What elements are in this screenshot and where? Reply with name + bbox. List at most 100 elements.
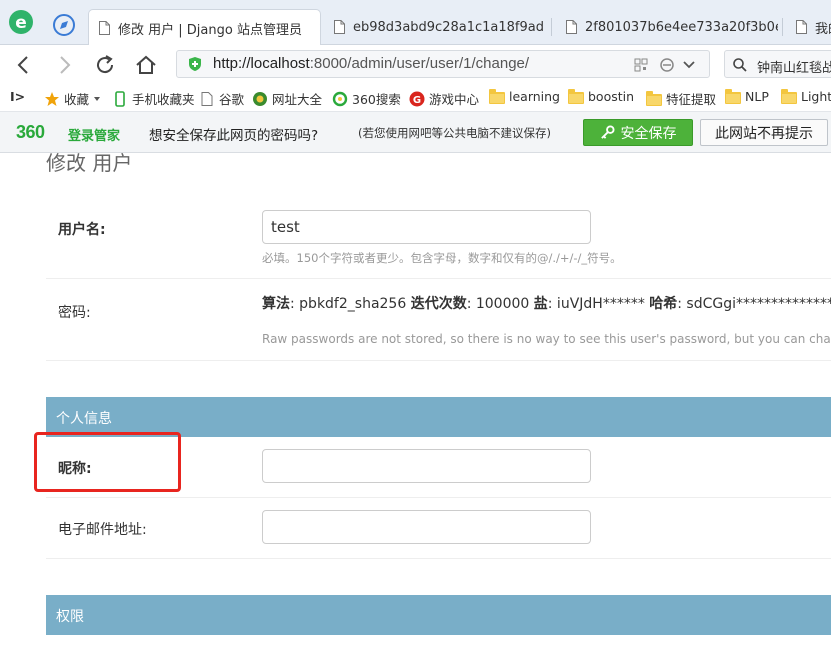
compass-icon[interactable] <box>52 13 76 37</box>
bookmark-label: 特征提取 <box>666 92 717 107</box>
salt-label: 盐 <box>533 296 548 312</box>
tab-image-2[interactable]: 2f801037b6e4ee733a20f3b0e <box>556 9 778 45</box>
bookmark-folder-learning[interactable]: learning <box>489 88 560 104</box>
bookmark-favorites[interactable]: 收藏 <box>44 89 101 108</box>
page-title: 修改 用户 <box>46 153 133 175</box>
bookmark-google[interactable]: 谷歌 <box>199 89 244 108</box>
refresh-icon[interactable] <box>93 53 117 77</box>
form-row-username: 用户名: 必填。150个字符或者更少。包含字母，数字和仅有的@/./+/-/_符… <box>46 197 831 279</box>
username-input[interactable] <box>262 210 591 244</box>
hash-value: : sdCGgi************** <box>677 296 831 312</box>
public-computer-note: (若您使用网吧等公共电脑不建议保存) <box>358 126 551 140</box>
bookmark-folder-lightgbm[interactable]: LightG <box>781 88 831 104</box>
form-row-email: 电子邮件地址: <box>46 498 831 559</box>
login-manager-label: 登录管家 <box>68 129 121 144</box>
tab-mine[interactable]: 我的 <box>786 9 831 45</box>
bookmark-label: 收藏 <box>64 92 90 107</box>
game-icon: G <box>409 91 425 106</box>
svg-text:G: G <box>413 95 421 106</box>
sidebar-toggle-icon[interactable]: I> <box>10 89 25 104</box>
django-admin-content: 修改 用户 用户名: 必填。150个字符或者更少。包含字母，数字和仅有的@/./… <box>0 153 831 646</box>
bookmark-mobile[interactable]: 手机收藏夹 <box>112 89 195 108</box>
bookmark-folder-features[interactable]: 特征提取 <box>646 89 716 108</box>
page-icon <box>566 20 577 34</box>
chevron-down-icon <box>94 96 101 101</box>
tab-label: 修改 用户 | Django 站点管理员 <box>118 22 302 38</box>
svg-text:e: e <box>15 13 27 33</box>
hash-label: 哈希 <box>649 296 678 312</box>
search-text: 钟南山红毯战 <box>757 61 831 76</box>
bookmark-folder-boosting[interactable]: boostin <box>568 88 634 104</box>
bookmark-label: NLP <box>745 89 769 104</box>
nickname-input[interactable] <box>262 449 591 483</box>
bookmark-label: LightG <box>801 89 831 104</box>
folder-icon <box>781 88 797 104</box>
bookmark-label: 360搜索 <box>352 92 401 107</box>
phone-icon <box>115 90 125 107</box>
360-logo: 360 <box>16 122 45 142</box>
tab-divider <box>551 18 552 36</box>
folder-icon <box>646 90 662 106</box>
bookmark-url-directory[interactable]: 网址大全 <box>252 89 322 108</box>
iterations-label: 迭代次数 <box>410 296 467 312</box>
tab-close-icon[interactable]: × <box>318 20 320 36</box>
iterations-value: : 100000 <box>466 296 534 312</box>
url-host: http://localhost <box>213 55 310 72</box>
never-remind-button[interactable]: 此网站不再提示 <box>700 119 828 146</box>
tab-divider <box>782 18 783 36</box>
bookmark-folder-nlp[interactable]: NLP <box>725 88 769 104</box>
username-help-text: 必填。150个字符或者更少。包含字母，数字和仅有的@/./+/-/_符号。 <box>262 251 622 265</box>
360-search-icon <box>332 91 348 106</box>
section-header-permissions: 权限 <box>46 595 831 635</box>
url-path: :8000/admin/user/user/1/change/ <box>309 55 530 72</box>
bookmark-label: 游戏中心 <box>429 92 480 107</box>
password-manager-bar: 360 登录管家 想安全保存此网页的密码吗? (若您使用网吧等公共电脑不建议保存… <box>0 112 831 153</box>
star-icon <box>45 91 59 106</box>
bookmarks-bar: I> 收藏 手机收藏夹 谷歌 网址大全 360搜索 G 游戏中心 learnin… <box>0 85 831 112</box>
360-browser-logo-icon[interactable]: e <box>8 9 34 35</box>
bookmark-label: learning <box>509 89 560 104</box>
tab-label: 我的 <box>815 21 831 37</box>
username-label: 用户名: <box>58 222 106 238</box>
security-shield-icon[interactable] <box>187 56 203 72</box>
search-box[interactable]: 钟南山红毯战 <box>724 50 831 78</box>
back-icon[interactable] <box>12 53 36 77</box>
tab-django-admin[interactable]: 修改 用户 | Django 站点管理员 × <box>88 9 321 46</box>
browser-tab-strip: e 修改 用户 | Django 站点管理员 × eb98d3abd9c28a1… <box>0 0 831 46</box>
forward-icon[interactable] <box>52 53 76 77</box>
tab-label: eb98d3abd9c28a1c1a18f9ad <box>353 19 544 35</box>
address-toolbar: http://localhost:8000/admin/user/user/1/… <box>0 45 831 85</box>
secure-save-button[interactable]: 安全保存 <box>583 119 693 146</box>
secure-save-label: 安全保存 <box>620 125 677 142</box>
search-icon[interactable] <box>732 57 748 73</box>
salt-value: : iuVJdH****** <box>547 296 650 312</box>
tab-label: 2f801037b6e4ee733a20f3b0e <box>585 19 778 35</box>
folder-icon <box>489 88 505 104</box>
qr-code-icon[interactable] <box>633 57 649 73</box>
bookmark-label: 手机收藏夹 <box>132 92 195 107</box>
algorithm-label: 算法 <box>262 296 290 312</box>
url-text[interactable]: http://localhost:8000/admin/user/user/1/… <box>213 55 529 72</box>
password-help-text: Raw passwords are not stored, so there i… <box>262 332 831 346</box>
page-icon <box>796 20 807 34</box>
tab-image-1[interactable]: eb98d3abd9c28a1c1a18f9ad <box>324 9 546 45</box>
password-label: 密码: <box>58 305 91 321</box>
address-bar[interactable]: http://localhost:8000/admin/user/user/1/… <box>176 50 710 78</box>
save-password-question: 想安全保存此网页的密码吗? <box>149 128 319 144</box>
annotation-highlight-box <box>34 432 181 492</box>
home-icon[interactable] <box>134 53 158 77</box>
bookmark-360-search[interactable]: 360搜索 <box>332 89 401 108</box>
key-icon <box>600 125 615 139</box>
bookmark-label: 网址大全 <box>272 92 323 107</box>
ie-mode-icon[interactable] <box>659 57 675 73</box>
bookmark-game-center[interactable]: G 游戏中心 <box>409 89 479 108</box>
folder-icon <box>725 88 741 104</box>
page-icon <box>334 20 345 34</box>
algorithm-value: : pbkdf2_sha256 <box>290 296 411 312</box>
folder-icon <box>568 88 584 104</box>
page-icon <box>99 21 110 35</box>
email-input[interactable] <box>262 510 591 544</box>
globe-icon <box>253 91 267 106</box>
email-label: 电子邮件地址: <box>58 522 147 538</box>
chevron-down-icon[interactable] <box>681 57 697 73</box>
